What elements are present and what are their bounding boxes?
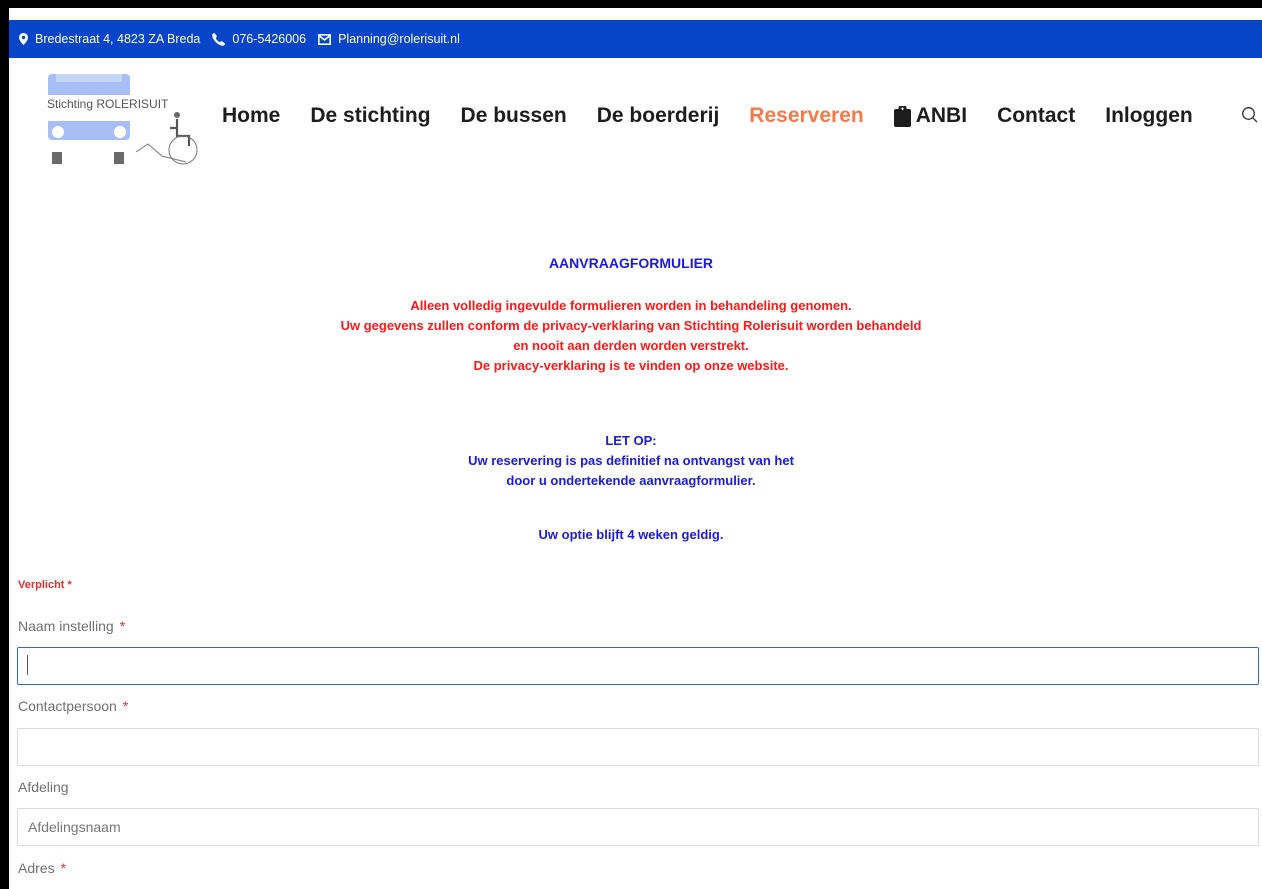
afdeling-input[interactable]	[17, 808, 1259, 846]
nav-de-boerderij[interactable]: De boerderij	[597, 104, 720, 128]
required-star: *	[60, 860, 67, 876]
phone-icon	[212, 32, 226, 46]
email-link[interactable]: Planning@rolerisuit.nl	[338, 32, 460, 46]
nav-home[interactable]: Home	[222, 104, 280, 128]
window-frame-top	[0, 0, 1262, 8]
envelope-icon	[318, 33, 332, 45]
attention-line: Uw reservering is pas definitief na ontv…	[468, 453, 794, 468]
option-validity-text: Uw optie blijft 4 weken geldig.	[538, 527, 724, 542]
adres-label: Adres *	[18, 860, 66, 876]
text-caret	[27, 655, 28, 675]
logo-text: Stichting ROLERISUIT	[47, 97, 169, 111]
field-label: Contactpersoon	[18, 698, 117, 714]
required-note: Verplicht *	[18, 579, 72, 591]
privacy-line: Alleen volledig ingevulde formulieren wo…	[410, 298, 852, 313]
contactpersoon-input[interactable]	[17, 728, 1259, 766]
clipboard-icon	[893, 105, 911, 127]
nav-inloggen[interactable]: Inloggen	[1105, 104, 1193, 128]
main-nav: Home De stichting De bussen De boerderij…	[222, 100, 1193, 132]
address-text: Bredestraat 4, 4823 ZA Breda	[35, 32, 201, 46]
email-item[interactable]: Planning@rolerisuit.nl	[318, 32, 460, 46]
naam-instelling-label: Naam instelling *	[18, 618, 125, 634]
privacy-line: De privacy-verklaring is te vinden op on…	[473, 358, 789, 373]
search-icon[interactable]	[1241, 106, 1259, 124]
field-label: Afdeling	[18, 779, 69, 795]
required-star: *	[119, 618, 126, 634]
map-marker-icon	[19, 33, 28, 45]
nav-anbi-label: ANBI	[915, 104, 968, 127]
required-star: *	[67, 579, 72, 591]
nav-anbi[interactable]: ANBI	[893, 104, 968, 128]
attention-notice: LET OP: Uw reservering is pas definitief…	[0, 431, 1262, 491]
required-note-label: Verplicht	[18, 579, 65, 591]
address-item: Bredestraat 4, 4823 ZA Breda	[19, 32, 200, 46]
field-label: Adres	[18, 860, 55, 876]
naam-instelling-input[interactable]	[17, 647, 1259, 685]
nav-de-bussen[interactable]: De bussen	[461, 104, 567, 128]
contact-bar: Bredestraat 4, 4823 ZA Breda 076-5426006…	[9, 20, 1262, 58]
field-label: Naam instelling	[18, 618, 114, 634]
required-star: *	[122, 698, 129, 714]
nav-contact[interactable]: Contact	[997, 104, 1075, 128]
phone-item[interactable]: 076-5426006	[212, 32, 306, 46]
form-heading: AANVRAAGFORMULIER	[548, 255, 714, 271]
logo-bus-wheelchair-image	[46, 74, 198, 165]
attention-line: LET OP:	[605, 433, 657, 448]
privacy-line: Uw gegevens zullen conform de privacy-ve…	[340, 318, 922, 333]
privacy-notice: Alleen volledig ingevulde formulieren wo…	[0, 296, 1262, 376]
phone-link[interactable]: 076-5426006	[232, 32, 306, 46]
nav-reserveren[interactable]: Reserveren	[749, 104, 863, 128]
contactpersoon-label: Contactpersoon *	[18, 698, 128, 714]
privacy-line: en nooit aan derden worden verstrekt.	[513, 338, 749, 353]
site-logo[interactable]: Stichting ROLERISUIT	[38, 70, 201, 170]
attention-line: door u ondertekende aanvraagformulier.	[506, 473, 756, 488]
afdeling-label: Afdeling	[18, 779, 69, 795]
nav-de-stichting[interactable]: De stichting	[310, 104, 430, 128]
